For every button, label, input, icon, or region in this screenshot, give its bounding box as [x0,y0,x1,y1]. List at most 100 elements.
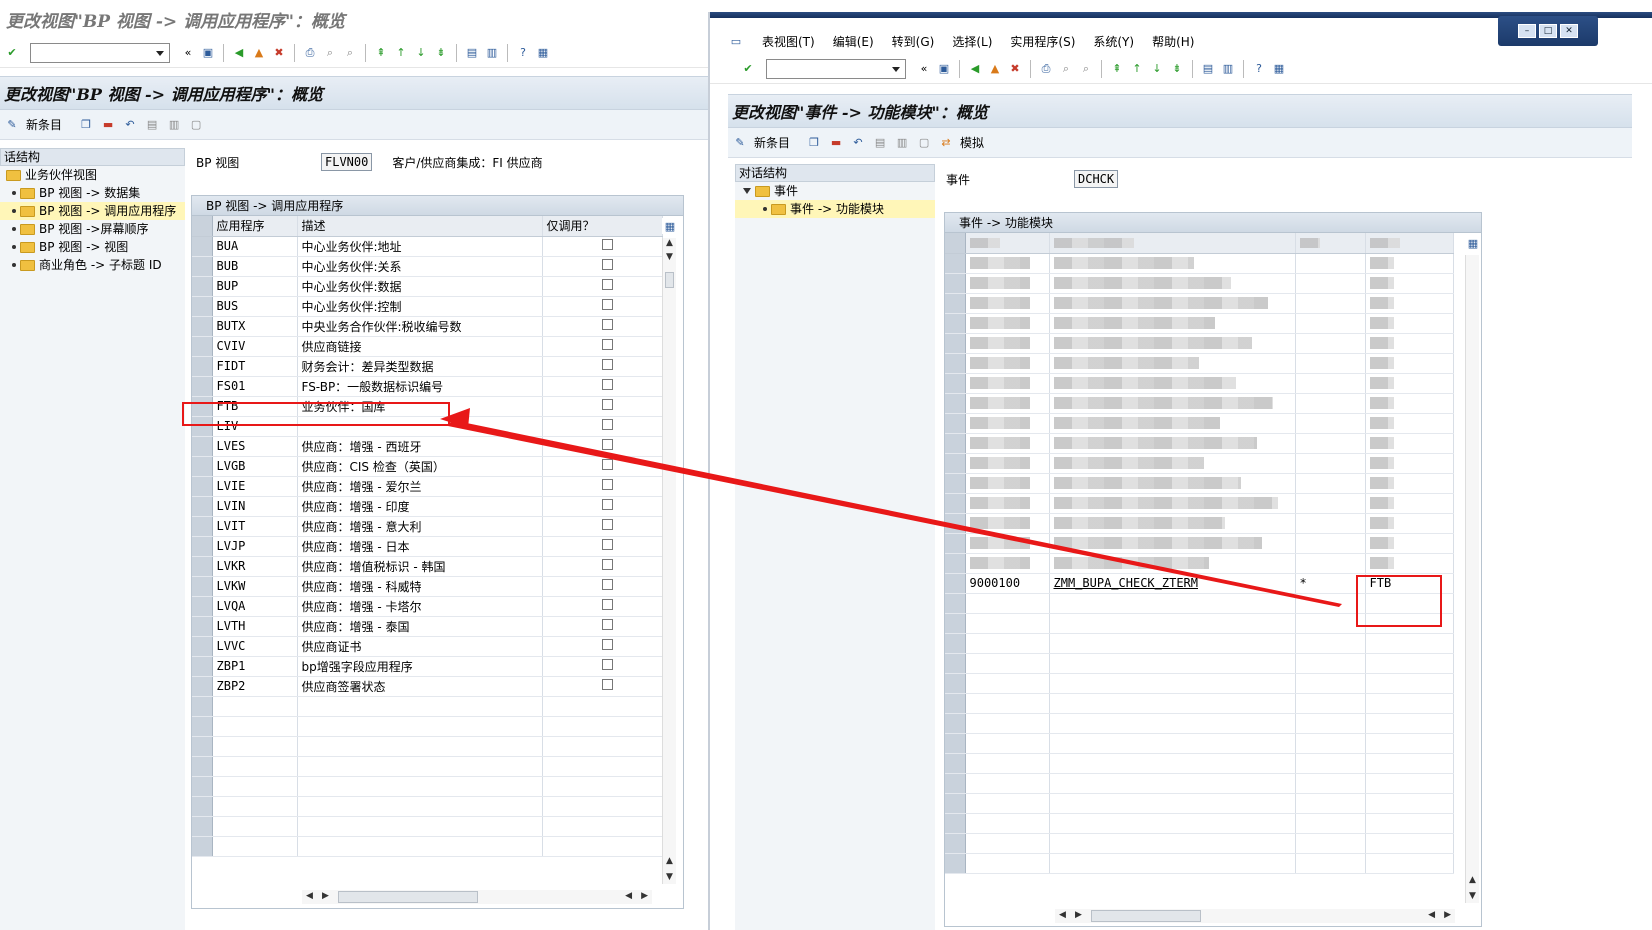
desc-cell[interactable]: 供应商：增强 - 卡塔尔 [297,596,543,617]
empty-cell[interactable] [297,796,543,817]
desc-cell[interactable]: 供应商：CIS 检查（英国） [297,456,543,477]
empty-row[interactable] [192,836,663,857]
row-selector[interactable] [192,676,213,697]
row-selector[interactable] [945,573,966,594]
empty-cell[interactable] [965,593,1050,614]
find-next-icon[interactable]: ⌕ [1078,61,1094,77]
row-selector[interactable] [192,276,213,297]
empty-cell[interactable] [297,756,543,777]
app-cell[interactable]: FS01 [212,376,298,397]
new-session-icon[interactable]: ▤ [464,45,480,61]
collapse-icon[interactable]: « [916,61,932,77]
empty-cell[interactable] [965,793,1050,814]
row-selector[interactable] [192,536,213,557]
row-selector[interactable] [192,836,213,857]
table-settings-icon[interactable]: ▦ [1465,235,1481,251]
app-cell[interactable]: BUTX [212,316,298,337]
empty-cell[interactable] [1049,833,1296,854]
empty-cell[interactable] [965,753,1050,774]
empty-cell[interactable] [1295,833,1366,854]
desc-cell[interactable]: 财务会计：差异类型数据 [297,356,543,377]
menu-icon[interactable]: ▭ [728,33,744,49]
empty-cell[interactable] [1295,693,1366,714]
call-only-checkbox[interactable] [601,399,613,410]
menu-item[interactable]: 系统(Y) [1093,33,1134,50]
empty-row[interactable] [945,753,1454,774]
app-cell[interactable]: FIDT [212,356,298,377]
collapse-icon[interactable]: « [180,45,196,61]
function-module-cell[interactable]: ZMM_BUPA_CHECK_ZTERM [1049,573,1296,594]
event-value[interactable]: DCHCK [1074,170,1119,188]
menu-item[interactable]: 转到(G) [892,33,935,50]
prev-page-icon[interactable]: ↑ [393,45,409,61]
app-cell[interactable]: BUP [212,276,298,297]
empty-cell[interactable] [1049,613,1296,634]
empty-cell[interactable] [212,776,298,797]
row-selector[interactable] [192,636,213,657]
empty-cell[interactable] [1049,713,1296,734]
expand-icon[interactable] [743,188,751,198]
empty-cell[interactable] [1049,813,1296,834]
empty-cell[interactable] [1049,673,1296,694]
last-page-icon[interactable]: ⇟ [1169,61,1185,77]
desc-cell[interactable]: 供应商：增值税标识 - 韩国 [297,556,543,577]
row-selector[interactable] [192,556,213,577]
layout-icon[interactable]: ▦ [1271,61,1287,77]
desc-cell[interactable]: 供应商：增强 - 西班牙 [297,436,543,457]
row-selector[interactable] [192,476,213,497]
row-selector[interactable] [945,813,966,834]
desc-cell[interactable]: 供应商：增强 - 意大利 [297,516,543,537]
empty-row[interactable] [945,773,1454,794]
delete-icon[interactable]: ▬ [100,117,116,133]
desc-cell[interactable]: 中央业务合作伙伴:税收编号数 [297,316,543,337]
tree-node-selected[interactable]: BP 视图 -> 调用应用程序 [0,202,185,220]
scroll-thumb[interactable] [338,891,478,903]
select-block-icon[interactable]: ▥ [894,135,910,151]
row-selector[interactable] [945,433,966,454]
empty-cell[interactable] [542,776,663,797]
empty-cell[interactable] [1295,733,1366,754]
scroll-up-icon[interactable]: ▲ [666,856,673,866]
save-icon[interactable]: ▣ [936,61,952,77]
empty-cell[interactable] [1365,753,1454,774]
row-selector[interactable] [192,816,213,837]
row-selector[interactable] [945,293,966,314]
column-header[interactable]: 应用程序 [212,216,298,237]
empty-cell[interactable] [965,713,1050,734]
first-page-icon[interactable]: ⇞ [373,45,389,61]
empty-cell[interactable] [1365,653,1454,674]
table-row[interactable]: BUA 中心业务伙伴:地址 [192,236,663,257]
row-selector[interactable] [192,796,213,817]
empty-row[interactable] [192,696,663,717]
row-selector[interactable] [945,793,966,814]
print-icon[interactable]: ⎙ [302,45,318,61]
print-icon[interactable]: ⎙ [1038,61,1054,77]
next-page-icon[interactable]: ↓ [1149,61,1165,77]
scroll-right-icon[interactable]: ▶ [641,891,648,901]
app-cell[interactable]: CVIV [212,336,298,357]
table-row[interactable]: FIDT 财务会计：差异类型数据 [192,356,663,377]
desc-cell[interactable]: 供应商签署状态 [297,676,543,697]
empty-cell[interactable] [1295,813,1366,834]
tree-node[interactable]: 商业角色 -> 子标题 ID [0,256,185,274]
menu-item[interactable]: 表视图(T) [762,33,815,50]
empty-cell[interactable] [1295,773,1366,794]
tree-node[interactable]: BP 视图 ->屏幕顺序 [0,220,185,238]
empty-cell[interactable] [965,673,1050,694]
delete-icon[interactable]: ▬ [828,135,844,151]
app-cell[interactable]: ZBP2 [212,676,298,697]
row-selector[interactable] [192,336,213,357]
empty-cell[interactable] [212,696,298,717]
horizontal-scrollbar[interactable]: ◀ ▶ ◀ ▶ [1055,909,1455,923]
obscured-row[interactable] [945,433,1454,454]
row-selector[interactable] [192,516,213,537]
tree-node-root[interactable]: 事件 [735,182,935,200]
minimize-icon[interactable]: – [1518,24,1536,38]
row-selector[interactable] [945,373,966,394]
row-selector[interactable] [945,733,966,754]
number-cell[interactable]: 9000100 [965,573,1050,594]
desc-cell[interactable]: 供应商：增强 - 泰国 [297,616,543,637]
scroll-thumb[interactable] [665,272,674,288]
bpview-value[interactable]: FLVN00 [321,153,373,171]
table-row[interactable]: FS01 FS-BP：一般数据标识编号 [192,376,663,397]
